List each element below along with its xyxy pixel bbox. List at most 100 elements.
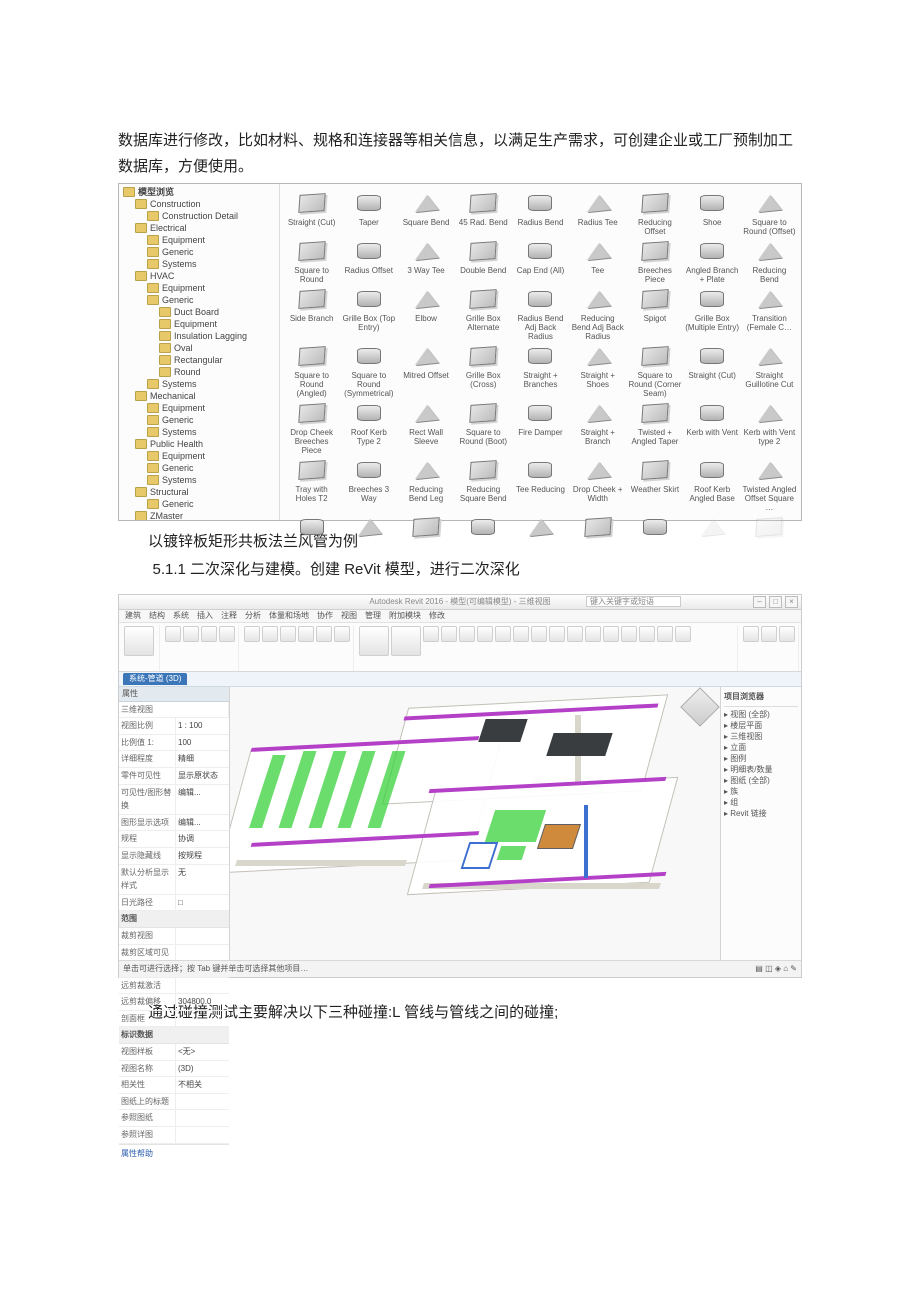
property-row[interactable]: 参照详图 bbox=[119, 1127, 229, 1144]
tree-node[interactable]: Equipment bbox=[147, 234, 279, 246]
part-item[interactable]: Roof Kerb Type 2 bbox=[341, 398, 396, 455]
property-row[interactable]: 视图样板<无> bbox=[119, 1044, 229, 1061]
part-item[interactable]: Square to Round (Angled) bbox=[284, 341, 339, 398]
part-item[interactable]: Reducing Bend Adj Back Radius bbox=[570, 284, 625, 341]
part-item[interactable]: Roof Kerb Angled Base bbox=[685, 455, 740, 512]
part-item[interactable]: Reducing Bend bbox=[742, 236, 797, 284]
part-item[interactable]: Double Bend bbox=[456, 236, 511, 284]
menu-item[interactable]: 插入 bbox=[197, 609, 213, 623]
browser-item[interactable]: ▸ Revit 链接 bbox=[724, 808, 798, 819]
property-row[interactable]: 详细程度精细 bbox=[119, 751, 229, 768]
property-row[interactable]: 规程协调 bbox=[119, 831, 229, 848]
part-item[interactable]: Kerb with Vent bbox=[685, 398, 740, 455]
view-cube-icon[interactable] bbox=[680, 687, 720, 727]
part-item[interactable] bbox=[456, 512, 511, 540]
properties-help[interactable]: 属性帮助 bbox=[119, 1144, 229, 1163]
part-item[interactable]: Fire Damper bbox=[513, 398, 568, 455]
tree-node[interactable]: Generic bbox=[147, 414, 279, 426]
part-item[interactable]: Cap End (All) bbox=[513, 236, 568, 284]
property-row[interactable]: 图形显示选项编辑... bbox=[119, 815, 229, 832]
part-item[interactable]: Straight + Branch bbox=[570, 398, 625, 455]
viewport[interactable] bbox=[230, 687, 720, 960]
part-item[interactable]: Reducing Bend Leg bbox=[398, 455, 453, 512]
property-row[interactable]: 零件可见性显示原状态 bbox=[119, 768, 229, 785]
tree-node[interactable]: Structural bbox=[135, 486, 279, 498]
part-item[interactable]: Tee bbox=[570, 236, 625, 284]
tree-node[interactable]: Insulation Lagging bbox=[159, 330, 279, 342]
browser-item[interactable]: ▸ 三维视图 bbox=[724, 731, 798, 742]
browser-item[interactable]: ▸ 立面 bbox=[724, 742, 798, 753]
part-item[interactable]: Radius Bend Adj Back Radius bbox=[513, 284, 568, 341]
part-item[interactable]: Twisted + Angled Taper bbox=[627, 398, 682, 455]
tree-node[interactable]: Mechanical bbox=[135, 390, 279, 402]
tree-node[interactable]: Systems bbox=[147, 258, 279, 270]
tree-node[interactable]: Equipment bbox=[147, 450, 279, 462]
tree-node[interactable]: Construction Detail bbox=[147, 210, 279, 222]
part-item[interactable]: Square Bend bbox=[398, 188, 453, 236]
part-item[interactable]: Grille Box (Top Entry) bbox=[341, 284, 396, 341]
part-item[interactable]: Square to Round (Offset) bbox=[742, 188, 797, 236]
tree-node[interactable]: Duct Board bbox=[159, 306, 279, 318]
part-item[interactable]: Grille Box Alternate bbox=[456, 284, 511, 341]
browser-item[interactable]: ▸ 族 bbox=[724, 786, 798, 797]
tree-node[interactable]: Public Health bbox=[135, 438, 279, 450]
ribbon-button[interactable] bbox=[124, 626, 154, 656]
property-row[interactable]: 日光路径□ bbox=[119, 895, 229, 912]
part-item[interactable]: Breeches 3 Way bbox=[341, 455, 396, 512]
menu-item[interactable]: 协作 bbox=[317, 609, 333, 623]
part-item[interactable]: Side Branch bbox=[284, 284, 339, 341]
part-item[interactable]: Radius Offset bbox=[341, 236, 396, 284]
menu-item[interactable]: 系统 bbox=[173, 609, 189, 623]
property-row[interactable]: 剖面框 bbox=[119, 1011, 229, 1028]
tree-node[interactable]: Equipment bbox=[147, 402, 279, 414]
part-item[interactable] bbox=[398, 512, 453, 540]
tree-node[interactable]: ZMaster bbox=[135, 510, 279, 520]
menu-item[interactable]: 修改 bbox=[429, 609, 445, 623]
browser-item[interactable]: ▸ 图纸 (全部) bbox=[724, 775, 798, 786]
part-item[interactable]: Rect Wall Sleeve bbox=[398, 398, 453, 455]
part-item[interactable]: 45 Rad. Bend bbox=[456, 188, 511, 236]
tree-node[interactable]: Equipment bbox=[147, 282, 279, 294]
part-item[interactable]: Elbow bbox=[398, 284, 453, 341]
menu-item[interactable]: 建筑 bbox=[125, 609, 141, 623]
menu-item[interactable]: 体量和场地 bbox=[269, 609, 309, 623]
part-item[interactable]: Straight Guillotine Cut bbox=[742, 341, 797, 398]
part-item[interactable]: Drop Cheek + Width bbox=[570, 455, 625, 512]
tree-node[interactable]: Systems bbox=[147, 474, 279, 486]
part-item[interactable] bbox=[513, 512, 568, 540]
tree-node[interactable]: Generic bbox=[147, 294, 279, 306]
part-item[interactable]: Radius Tee bbox=[570, 188, 625, 236]
close-icon[interactable]: × bbox=[785, 596, 798, 608]
tree-node[interactable]: Round bbox=[159, 366, 279, 378]
tree-node[interactable]: Rectangular bbox=[159, 354, 279, 366]
tree-node[interactable]: Systems bbox=[147, 426, 279, 438]
property-row[interactable]: 视图名称(3D) bbox=[119, 1061, 229, 1078]
browser-item[interactable]: ▸ 明细表/数量 bbox=[724, 764, 798, 775]
part-item[interactable]: Transition (Female C… bbox=[742, 284, 797, 341]
part-item[interactable]: Drop Cheek Breeches Piece bbox=[284, 398, 339, 455]
browser-item[interactable]: ▸ 视图 (全部) bbox=[724, 709, 798, 720]
part-item[interactable] bbox=[627, 512, 682, 540]
property-row[interactable]: 远剪裁激活 bbox=[119, 978, 229, 995]
part-item[interactable]: Reducing Offset bbox=[627, 188, 682, 236]
part-item[interactable]: Kerb with Vent type 2 bbox=[742, 398, 797, 455]
property-row[interactable]: 图纸上的标题 bbox=[119, 1094, 229, 1111]
tree-root[interactable]: 模型浏览 bbox=[123, 186, 279, 198]
menu-item[interactable]: 视图 bbox=[341, 609, 357, 623]
tree-node[interactable]: Construction bbox=[135, 198, 279, 210]
menu-item[interactable]: 管理 bbox=[365, 609, 381, 623]
browser-item[interactable]: ▸ 组 bbox=[724, 797, 798, 808]
property-row[interactable]: 显示隐藏线按规程 bbox=[119, 848, 229, 865]
part-item[interactable]: Weather Skirt bbox=[627, 455, 682, 512]
part-item[interactable]: Straight + Branches bbox=[513, 341, 568, 398]
prop-type[interactable]: 三维视图 bbox=[119, 702, 229, 719]
tree-node[interactable]: Oval bbox=[159, 342, 279, 354]
property-row[interactable]: 可见性/图形替换编辑... bbox=[119, 785, 229, 815]
part-item[interactable]: Square to Round (Boot) bbox=[456, 398, 511, 455]
property-row[interactable]: 默认分析显示样式无 bbox=[119, 865, 229, 895]
maximize-icon[interactable]: □ bbox=[769, 596, 782, 608]
part-item[interactable]: Straight (Cut) bbox=[685, 341, 740, 398]
property-row[interactable]: 视图比例1 : 100 bbox=[119, 718, 229, 735]
tree-node[interactable]: HVAC bbox=[135, 270, 279, 282]
minimize-icon[interactable]: – bbox=[753, 596, 766, 608]
